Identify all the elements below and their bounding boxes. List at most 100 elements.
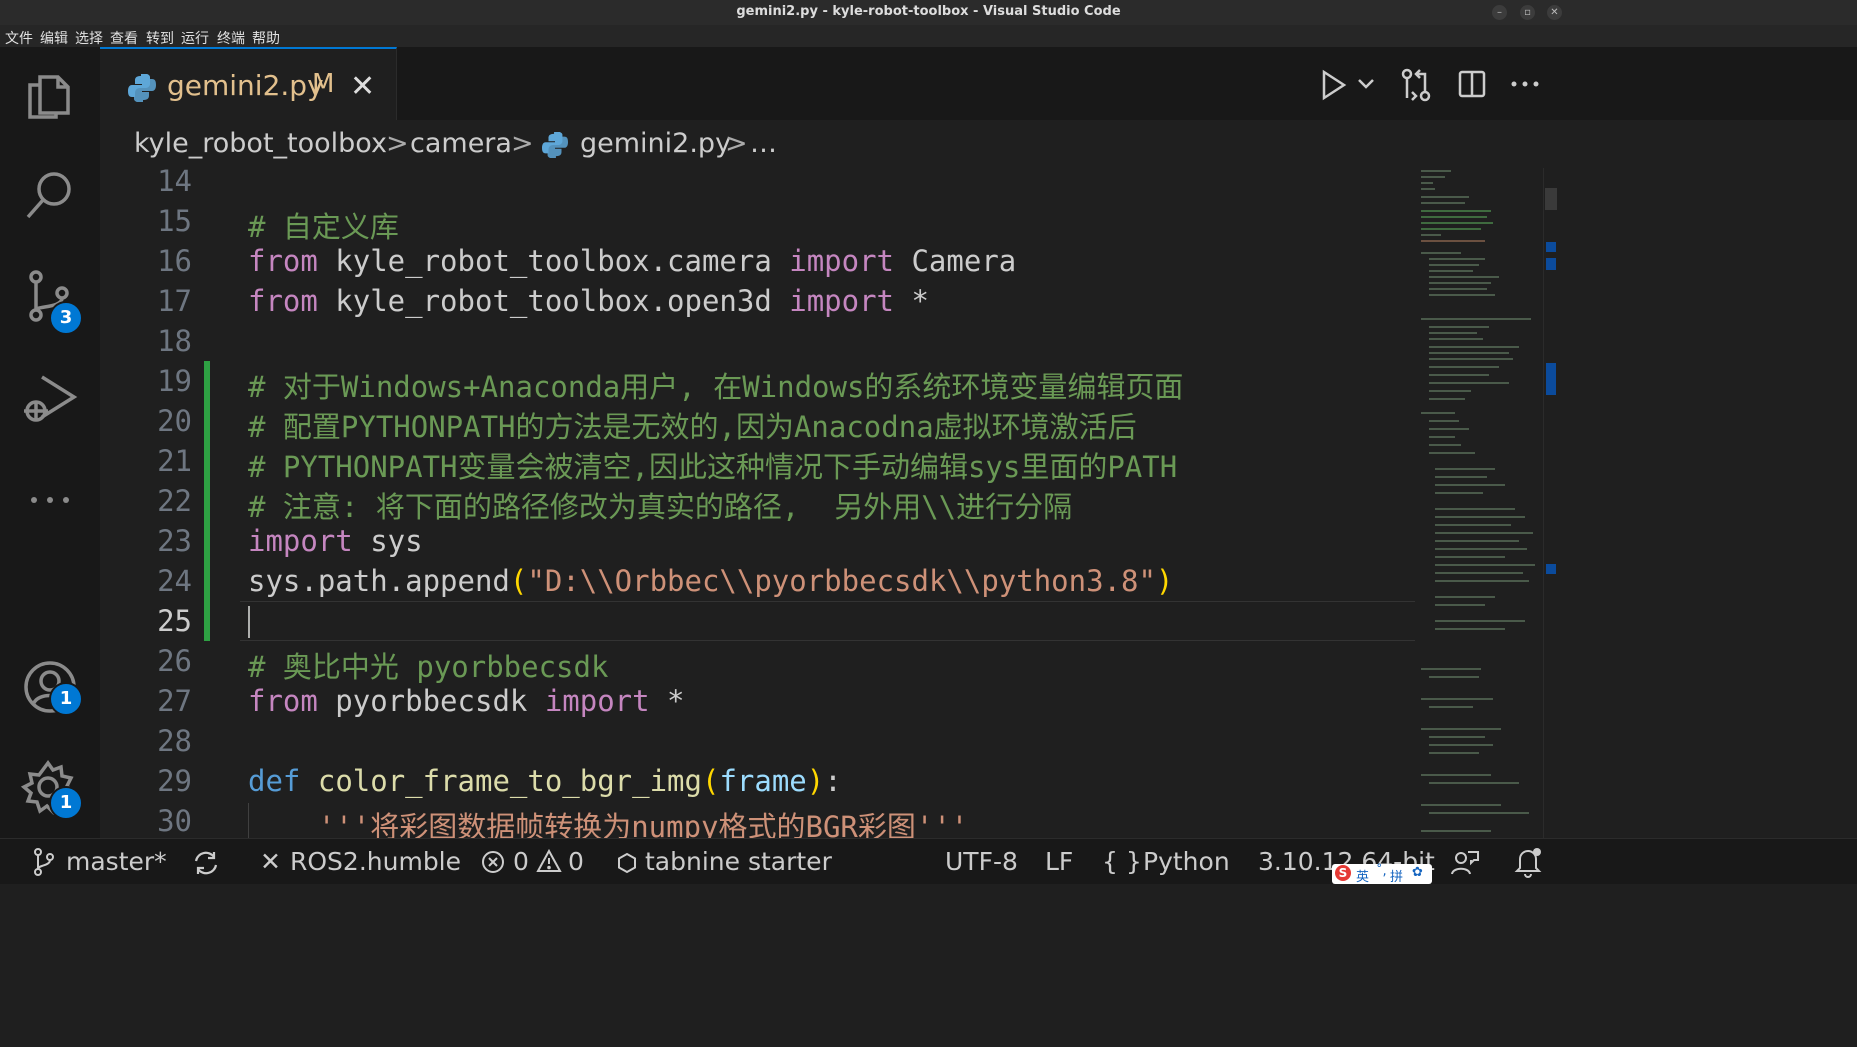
menu-go[interactable]: 转到 — [146, 28, 174, 48]
eol-status[interactable]: LF — [1045, 847, 1073, 876]
line-number: 28 — [157, 724, 192, 758]
code-line: 14 — [100, 168, 1415, 202]
run-file-icon[interactable] — [1320, 69, 1348, 101]
code-comment: # 注意: 将下面的路径修改为真实的路径, 另外用\\进行分隔 — [248, 490, 1073, 524]
line-number: 22 — [157, 484, 192, 518]
breadcrumb-more[interactable]: … — [750, 128, 777, 159]
sogou-logo-icon: S — [1335, 865, 1351, 881]
code-line: 26 # 奥比中光 pyorbbecsdk — [100, 642, 1415, 684]
settings-icon[interactable]: 1 — [20, 757, 83, 820]
tab-close-button[interactable]: ✕ — [350, 69, 375, 104]
language-braces-icon: { } — [1102, 847, 1142, 876]
ime-toolbar[interactable]: S 英 ˚, 拼 ✿ — [1332, 864, 1432, 885]
code-text: from pyorbbecsdk import * — [248, 684, 685, 718]
code-line: 16 from kyle_robot_toolbox.camera import … — [100, 242, 1415, 282]
run-debug-icon[interactable] — [20, 369, 80, 429]
menu-edit[interactable]: 编辑 — [40, 28, 68, 48]
split-editor-icon[interactable] — [1457, 69, 1487, 99]
code-line: 22 # 注意: 将下面的路径修改为真实的路径, 另外用\\进行分隔 — [100, 482, 1415, 524]
code-line: 27 from pyorbbecsdk import * — [100, 682, 1415, 722]
breadcrumb-root[interactable]: kyle_robot_toolbox — [134, 128, 387, 159]
line-number: 14 — [157, 168, 192, 198]
ime-mode-pin[interactable]: 拼 — [1390, 866, 1403, 885]
line-number-active: 25 — [157, 604, 192, 638]
code-line: 23 import sys — [100, 522, 1415, 562]
search-icon[interactable] — [20, 165, 80, 225]
line-number: 24 — [157, 564, 192, 598]
settings-badge: 1 — [49, 786, 83, 820]
line-number: 27 — [157, 684, 192, 718]
explorer-icon[interactable] — [20, 65, 80, 125]
code-comment: # PYTHONPATH变量会被清空,因此这种情况下手动编辑sys里面的PATH — [248, 450, 1178, 484]
code-line: 17 from kyle_robot_toolbox.open3d import … — [100, 282, 1415, 322]
status-bar: master* ✕ ROS2.humble 0 0 tabnine starte… — [0, 838, 1857, 885]
sync-icon[interactable] — [192, 849, 220, 877]
ime-punct-icon[interactable]: ˚, — [1376, 864, 1387, 879]
menu-help[interactable]: 帮助 — [252, 28, 280, 48]
code-comment: # 对于Windows+Anaconda用户, 在Windows的系统环境变量编… — [248, 370, 1184, 404]
breadcrumb-python-icon — [542, 132, 568, 158]
remote-status[interactable]: ROS2.humble — [290, 847, 461, 876]
warning-count[interactable]: 0 — [568, 847, 584, 876]
ime-settings-icon[interactable]: ✿ — [1412, 865, 1423, 880]
code-text: from kyle_robot_toolbox.open3d import * — [248, 284, 929, 318]
code-line: 24 sys.path.append("D:\\Orbbec\\pyorbbecs… — [100, 562, 1415, 602]
breadcrumb: kyle_robot_toolbox > camera > gemini2.py… — [100, 120, 1857, 168]
breadcrumb-separator: > — [386, 128, 409, 159]
code-line: 20 # 配置PYTHONPATH的方法是无效的,因为Anacodna虚拟环境激活… — [100, 402, 1415, 444]
git-branch-status[interactable]: master* — [66, 847, 167, 876]
run-dropdown-chevron-icon[interactable] — [1357, 77, 1375, 91]
menu-terminal[interactable]: 终端 — [217, 28, 245, 48]
accounts-icon[interactable]: 1 — [20, 657, 83, 717]
line-number: 18 — [157, 324, 192, 358]
window-title: gemini2.py - kyle-robot-toolbox - Visual… — [736, 4, 1121, 19]
error-count[interactable]: 0 — [513, 847, 529, 876]
tab-bar: gemini2.py M ✕ — [100, 47, 1857, 123]
editor-scrollbar[interactable] — [1543, 168, 1558, 838]
warning-icon — [536, 848, 562, 872]
source-control-icon[interactable]: 3 — [20, 267, 83, 335]
menu-run[interactable]: 运行 — [181, 28, 209, 48]
tabnine-status[interactable]: tabnine starter — [645, 847, 832, 876]
language-mode-status[interactable]: Python — [1143, 847, 1230, 876]
code-line: 30 '''将彩图数据帧转换为numpy格式的BGR彩图''' — [100, 802, 1415, 844]
live-share-icon[interactable] — [1450, 847, 1480, 877]
scrollbar-thumb[interactable] — [1545, 188, 1557, 210]
code-comment: # 自定义库 — [248, 210, 399, 244]
code-comment: # 奥比中光 pyorbbecsdk — [248, 650, 609, 684]
encoding-status[interactable]: UTF-8 — [945, 847, 1018, 876]
code-line: 28 — [100, 722, 1415, 762]
maximize-icon[interactable]: ▫ — [1520, 5, 1535, 20]
menu-selection[interactable]: 选择 — [75, 28, 103, 48]
tab-gemini2[interactable]: gemini2.py M ✕ — [100, 47, 397, 123]
code-line: 15 # 自定义库 — [100, 202, 1415, 244]
python-file-icon — [128, 74, 156, 102]
code-line: 29 def color_frame_to_bgr_img(frame): — [100, 762, 1415, 802]
breadcrumb-folder[interactable]: camera — [410, 128, 512, 159]
title-bar: gemini2.py - kyle-robot-toolbox - Visual… — [0, 0, 1857, 25]
window-close-icon[interactable]: ✕ — [1547, 5, 1562, 20]
minimap[interactable] — [1415, 168, 1543, 838]
remote-close-icon[interactable]: ✕ — [260, 847, 281, 876]
line-number: 16 — [157, 244, 192, 278]
code-line: 25 — [100, 602, 1415, 642]
menu-file[interactable]: 文件 — [5, 28, 33, 48]
more-actions-icon[interactable] — [1510, 79, 1540, 89]
line-number: 23 — [157, 524, 192, 558]
more-icon[interactable] — [20, 470, 80, 530]
ime-mode-en[interactable]: 英 — [1356, 866, 1369, 885]
code-line: 19 # 对于Windows+Anaconda用户, 在Windows的系统环境变… — [100, 362, 1415, 404]
line-number: 20 — [157, 404, 192, 438]
code-line: 21 # PYTHONPATH变量会被清空,因此这种情况下手动编辑sys里面的PA… — [100, 442, 1415, 484]
minimize-icon[interactable]: – — [1492, 5, 1507, 20]
breadcrumb-file[interactable]: gemini2.py — [580, 128, 731, 159]
line-number: 19 — [157, 364, 192, 398]
code-line: 18 — [100, 322, 1415, 362]
breadcrumb-separator: > — [511, 128, 534, 159]
open-changes-icon[interactable] — [1400, 67, 1432, 103]
line-number: 17 — [157, 284, 192, 318]
code-text: import sys — [248, 524, 423, 558]
notifications-bell-icon[interactable] — [1514, 846, 1542, 878]
menu-view[interactable]: 查看 — [110, 28, 138, 48]
menu-bar: 文件 编辑 选择 查看 转到 运行 终端 帮助 — [0, 25, 1857, 47]
